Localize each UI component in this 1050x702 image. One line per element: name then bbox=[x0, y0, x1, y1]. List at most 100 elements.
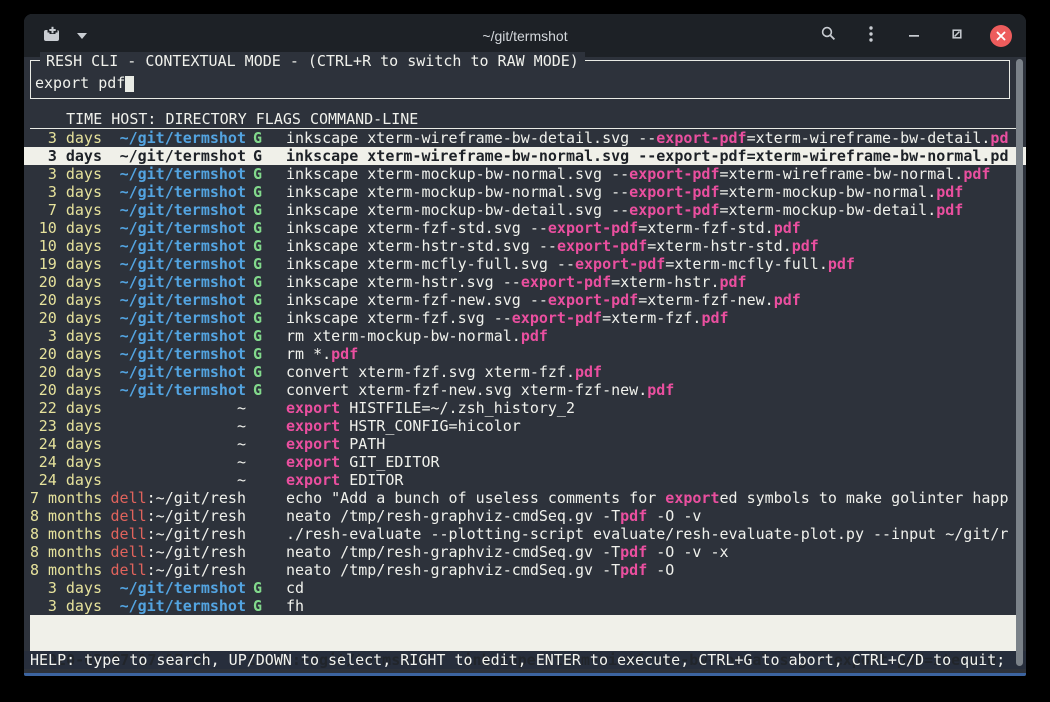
table-row[interactable]: 24 days~export EDITOR bbox=[24, 471, 1026, 489]
command-text: neato /tmp/resh-graphviz-cmdSeq.gv -T bbox=[286, 507, 620, 525]
tab-menu-button[interactable] bbox=[72, 25, 92, 47]
match-highlight: pdf bbox=[720, 273, 747, 291]
match-highlight: pdf bbox=[620, 561, 647, 579]
close-button[interactable] bbox=[990, 25, 1012, 47]
close-x-icon bbox=[996, 26, 1006, 45]
time-cell: 7 days bbox=[30, 201, 102, 219]
command-text: -O -v -x bbox=[647, 543, 728, 561]
directory-path: ~/git/termshot bbox=[120, 255, 246, 273]
menu-button[interactable] bbox=[861, 25, 881, 47]
table-row[interactable]: 20 days~/git/termshotGinkscape xterm-fzf… bbox=[24, 309, 1026, 327]
flags-cell bbox=[246, 543, 264, 561]
host-label: dell bbox=[111, 507, 147, 525]
command-cell: inkscape xterm-hstr.svg --export-pdf=xte… bbox=[264, 273, 1016, 291]
command-cell: rm xterm-mockup-bw-normal.pdf bbox=[264, 327, 1016, 345]
command-cell: inkscape xterm-mcfly-full.svg --export-p… bbox=[264, 255, 1016, 273]
table-row[interactable]: 20 days~/git/termshotGrm *.pdf bbox=[24, 345, 1026, 363]
command-text: inkscape xterm-wireframe-bw-normal.svg -… bbox=[286, 147, 656, 165]
command-text: ./resh-evaluate --plotting-script evalua… bbox=[286, 525, 1008, 543]
restore-button[interactable] bbox=[947, 25, 967, 47]
status-bar: 2020-05-07 17:17:28 tower:~/git/termshot… bbox=[30, 615, 1016, 651]
match-highlight: export bbox=[286, 399, 340, 417]
table-row[interactable]: 22 days~export HISTFILE=~/.zsh_history_2 bbox=[24, 399, 1026, 417]
command-text: HISTFILE=~/.zsh_history_2 bbox=[340, 399, 575, 417]
table-row[interactable]: 7 days~/git/termshotGinkscape xterm-mock… bbox=[24, 201, 1026, 219]
command-cell: neato /tmp/resh-graphviz-cmdSeq.gv -Tpdf… bbox=[264, 561, 1016, 579]
scrollbar[interactable] bbox=[1016, 59, 1023, 666]
directory-cell: ~/git/termshot bbox=[102, 219, 246, 237]
directory-path: :~/git/resh bbox=[147, 507, 246, 525]
command-text: =xterm-hstr-std. bbox=[647, 237, 792, 255]
flags-cell: G bbox=[246, 201, 264, 219]
directory-cell: ~/git/termshot bbox=[102, 201, 246, 219]
directory-cell: ~ bbox=[102, 417, 246, 435]
match-highlight: export bbox=[286, 435, 340, 453]
match-highlight: export-pdf bbox=[512, 309, 602, 327]
table-header: TIME HOST: DIRECTORY FLAGS COMMAND-LINE bbox=[30, 110, 1016, 129]
table-row[interactable]: 20 days~/git/termshotGconvert xterm-fzf.… bbox=[24, 363, 1026, 381]
flags-cell: G bbox=[246, 363, 264, 381]
table-row[interactable]: 10 days~/git/termshotGinkscape xterm-hst… bbox=[24, 237, 1026, 255]
table-row[interactable]: 10 days~/git/termshotGinkscape xterm-fzf… bbox=[24, 219, 1026, 237]
directory-path: :~/git/resh bbox=[147, 543, 246, 561]
table-row[interactable]: 3 days~/git/termshotGrm xterm-mockup-bw-… bbox=[24, 327, 1026, 345]
command-text: rm xterm-mockup-bw-normal. bbox=[286, 327, 521, 345]
command-cell: ./resh-evaluate --plotting-script evalua… bbox=[264, 525, 1016, 543]
directory-cell: ~/git/termshot bbox=[102, 183, 246, 201]
table-row[interactable]: 8 monthsdell:~/git/reshneato /tmp/resh-g… bbox=[24, 507, 1026, 525]
directory-cell: ~/git/termshot bbox=[102, 579, 246, 597]
table-row[interactable]: 8 monthsdell:~/git/resh./resh-evaluate -… bbox=[24, 525, 1026, 543]
table-row[interactable]: 20 days~/git/termshotGconvert xterm-fzf-… bbox=[24, 381, 1026, 399]
table-row[interactable]: 24 days~export PATH bbox=[24, 435, 1026, 453]
time-cell: 3 days bbox=[30, 129, 102, 147]
match-highlight: export-pdf bbox=[575, 255, 665, 273]
command-text: inkscape xterm-hstr.svg -- bbox=[286, 273, 521, 291]
match-highlight: export-pdf bbox=[656, 129, 746, 147]
match-highlight: pd bbox=[990, 147, 1008, 165]
flags-cell: G bbox=[246, 219, 264, 237]
table-row[interactable]: 3 days~/git/termshotGcd bbox=[24, 579, 1026, 597]
minimize-icon bbox=[908, 26, 920, 45]
directory-cell: ~ bbox=[102, 471, 246, 489]
bottom-accent-strip bbox=[24, 673, 1026, 676]
match-highlight: pdf bbox=[774, 291, 801, 309]
table-row[interactable]: 20 days~/git/termshotGinkscape xterm-hst… bbox=[24, 273, 1026, 291]
command-cell: rm *.pdf bbox=[264, 345, 1016, 363]
table-row[interactable]: 8 monthsdell:~/git/reshneato /tmp/resh-g… bbox=[24, 561, 1026, 579]
flags-cell: G bbox=[246, 273, 264, 291]
table-row[interactable]: 20 days~/git/termshotGinkscape xterm-fzf… bbox=[24, 291, 1026, 309]
command-text: inkscape xterm-fzf-std.svg -- bbox=[286, 219, 548, 237]
table-row[interactable]: 24 days~export GIT_EDITOR bbox=[24, 453, 1026, 471]
new-tab-button[interactable] bbox=[42, 25, 62, 47]
match-highlight: pdf bbox=[647, 381, 674, 399]
command-text: inkscape xterm-fzf-new.svg -- bbox=[286, 291, 548, 309]
flags-cell: G bbox=[246, 183, 264, 201]
table-row[interactable]: 19 days~/git/termshotGinkscape xterm-mcf… bbox=[24, 255, 1026, 273]
match-highlight: pdf bbox=[521, 327, 548, 345]
command-text: inkscape xterm-hstr-std.svg -- bbox=[286, 237, 557, 255]
table-row-selected[interactable]: 3 days~/git/termshotGinkscape xterm-wire… bbox=[24, 147, 1026, 165]
match-highlight: export-pdf bbox=[548, 291, 638, 309]
minimize-button[interactable] bbox=[904, 25, 924, 47]
help-bar: HELP: type to search, UP/DOWN to select,… bbox=[24, 651, 1026, 669]
time-cell: 3 days bbox=[30, 327, 102, 345]
table-row[interactable]: 3 days~/git/termshotGfh bbox=[24, 597, 1026, 615]
directory-path: ~ bbox=[237, 417, 246, 435]
command-cell: inkscape xterm-mockup-bw-normal.svg --ex… bbox=[264, 183, 1016, 201]
table-row[interactable]: 7 monthsdell:~/git/reshecho "Add a bunch… bbox=[24, 489, 1026, 507]
table-row[interactable]: 23 days~export HSTR_CONFIG=hicolor bbox=[24, 417, 1026, 435]
match-highlight: pdf bbox=[828, 255, 855, 273]
command-text: ed symbols to make golinter happ bbox=[719, 489, 1008, 507]
time-cell: 20 days bbox=[30, 309, 102, 327]
flags-cell: G bbox=[246, 129, 264, 147]
table-row[interactable]: 3 days~/git/termshotGinkscape xterm-mock… bbox=[24, 165, 1026, 183]
table-row[interactable]: 3 days~/git/termshotGinkscape xterm-wire… bbox=[24, 129, 1026, 147]
scrollbar-thumb[interactable] bbox=[1016, 59, 1023, 666]
directory-path: ~/git/termshot bbox=[120, 201, 246, 219]
match-highlight: pdf bbox=[936, 201, 963, 219]
directory-cell: ~/git/termshot bbox=[102, 345, 246, 363]
time-cell: 8 months bbox=[30, 525, 102, 543]
table-row[interactable]: 3 days~/git/termshotGinkscape xterm-mock… bbox=[24, 183, 1026, 201]
search-button[interactable] bbox=[818, 25, 838, 47]
table-row[interactable]: 8 monthsdell:~/git/reshneato /tmp/resh-g… bbox=[24, 543, 1026, 561]
